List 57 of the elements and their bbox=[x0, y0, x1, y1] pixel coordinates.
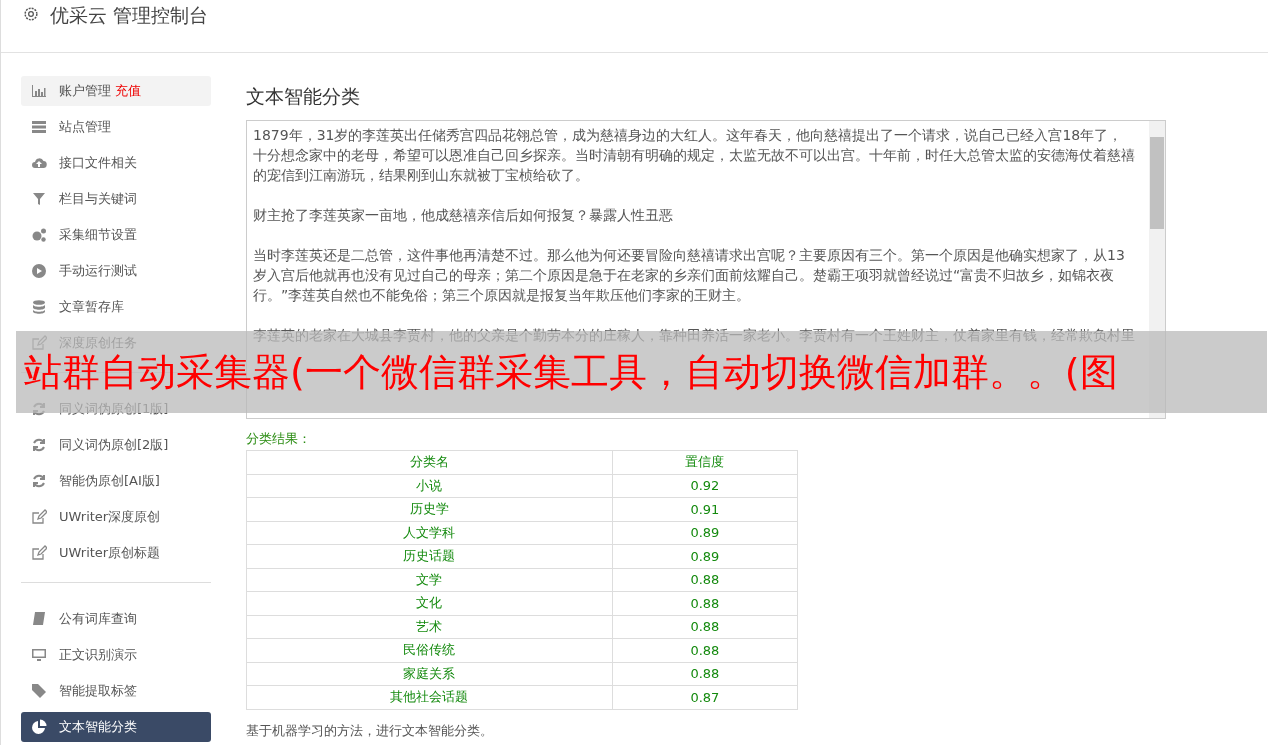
cloud-upload-icon bbox=[31, 155, 47, 171]
filter-icon bbox=[31, 191, 47, 207]
table-cell: 艺术 bbox=[246, 615, 613, 639]
sidebar-item[interactable]: UWriter深度原创 bbox=[21, 502, 211, 532]
sidebar-item[interactable]: 账户管理 充值 bbox=[21, 76, 211, 106]
description-text: 基于机器学习的方法，进行文本智能分类。 bbox=[246, 721, 494, 740]
sidebar-item[interactable]: 手动运行测试 bbox=[21, 256, 211, 286]
table-cell: 0.88 bbox=[612, 615, 798, 639]
table-cell: 文学 bbox=[246, 568, 613, 592]
column-header: 置信度 bbox=[612, 450, 798, 474]
app-title: 优采云 管理控制台 bbox=[50, 3, 209, 27]
refresh-icon bbox=[31, 473, 47, 489]
server-icon bbox=[31, 119, 47, 135]
table-cell: 0.89 bbox=[612, 521, 798, 545]
table-cell: 人文学科 bbox=[246, 521, 613, 545]
sidebar-item[interactable]: 站点管理 bbox=[21, 112, 211, 142]
refresh-icon bbox=[31, 437, 47, 453]
table-cell: 家庭关系 bbox=[246, 662, 613, 686]
scrollbar-thumb[interactable] bbox=[1150, 137, 1164, 229]
sidebar-item[interactable]: 智能提取标签 bbox=[21, 676, 211, 706]
pie-chart-icon bbox=[31, 719, 47, 735]
page-title: 文本智能分类 bbox=[246, 84, 361, 109]
edit-icon bbox=[31, 509, 47, 525]
edit-icon bbox=[31, 545, 47, 561]
sidebar-item[interactable]: 文章暂存库 bbox=[21, 292, 211, 322]
tag-icon bbox=[31, 683, 47, 699]
table-cell: 历史话题 bbox=[246, 544, 613, 568]
sidebar-item[interactable]: 栏目与关键词 bbox=[21, 184, 211, 214]
table-cell: 民俗传统 bbox=[246, 638, 613, 662]
table-cell: 0.88 bbox=[612, 662, 798, 686]
table-cell: 0.88 bbox=[612, 568, 798, 592]
sidebar-item[interactable]: 正文识别演示 bbox=[21, 640, 211, 670]
table-cell: 文化 bbox=[246, 591, 613, 615]
sidebar-item[interactable]: 文本智能分类 bbox=[21, 712, 211, 742]
sidebar-item[interactable]: 采集细节设置 bbox=[21, 220, 211, 250]
sidebar-item[interactable]: 接口文件相关 bbox=[21, 148, 211, 178]
result-label: 分类结果： bbox=[246, 431, 312, 447]
settings-icon bbox=[22, 5, 40, 23]
table-cell: 0.91 bbox=[612, 497, 798, 521]
sidebar-item[interactable]: 智能伪原创[AI版] bbox=[21, 466, 211, 496]
table-cell: 0.87 bbox=[612, 685, 798, 709]
recharge-link[interactable]: 充值 bbox=[115, 82, 141, 100]
sidebar-item[interactable]: 同义词伪原创[2版] bbox=[21, 430, 211, 460]
database-icon bbox=[31, 299, 47, 315]
monitor-icon bbox=[31, 647, 47, 663]
sidebar-item[interactable]: 公有词库查询 bbox=[21, 604, 211, 634]
play-icon bbox=[31, 263, 47, 279]
sidebar-item[interactable]: UWriter原创标题 bbox=[21, 538, 211, 568]
table-cell: 历史学 bbox=[246, 497, 613, 521]
column-header: 分类名 bbox=[246, 450, 613, 474]
table-cell: 0.88 bbox=[612, 591, 798, 615]
table-cell: 其他社会话题 bbox=[246, 685, 613, 709]
bar-chart-icon bbox=[31, 83, 47, 99]
table-cell: 0.88 bbox=[612, 638, 798, 662]
table-cell: 小说 bbox=[246, 474, 613, 498]
table-cell: 0.89 bbox=[612, 544, 798, 568]
table-cell: 0.92 bbox=[612, 474, 798, 498]
